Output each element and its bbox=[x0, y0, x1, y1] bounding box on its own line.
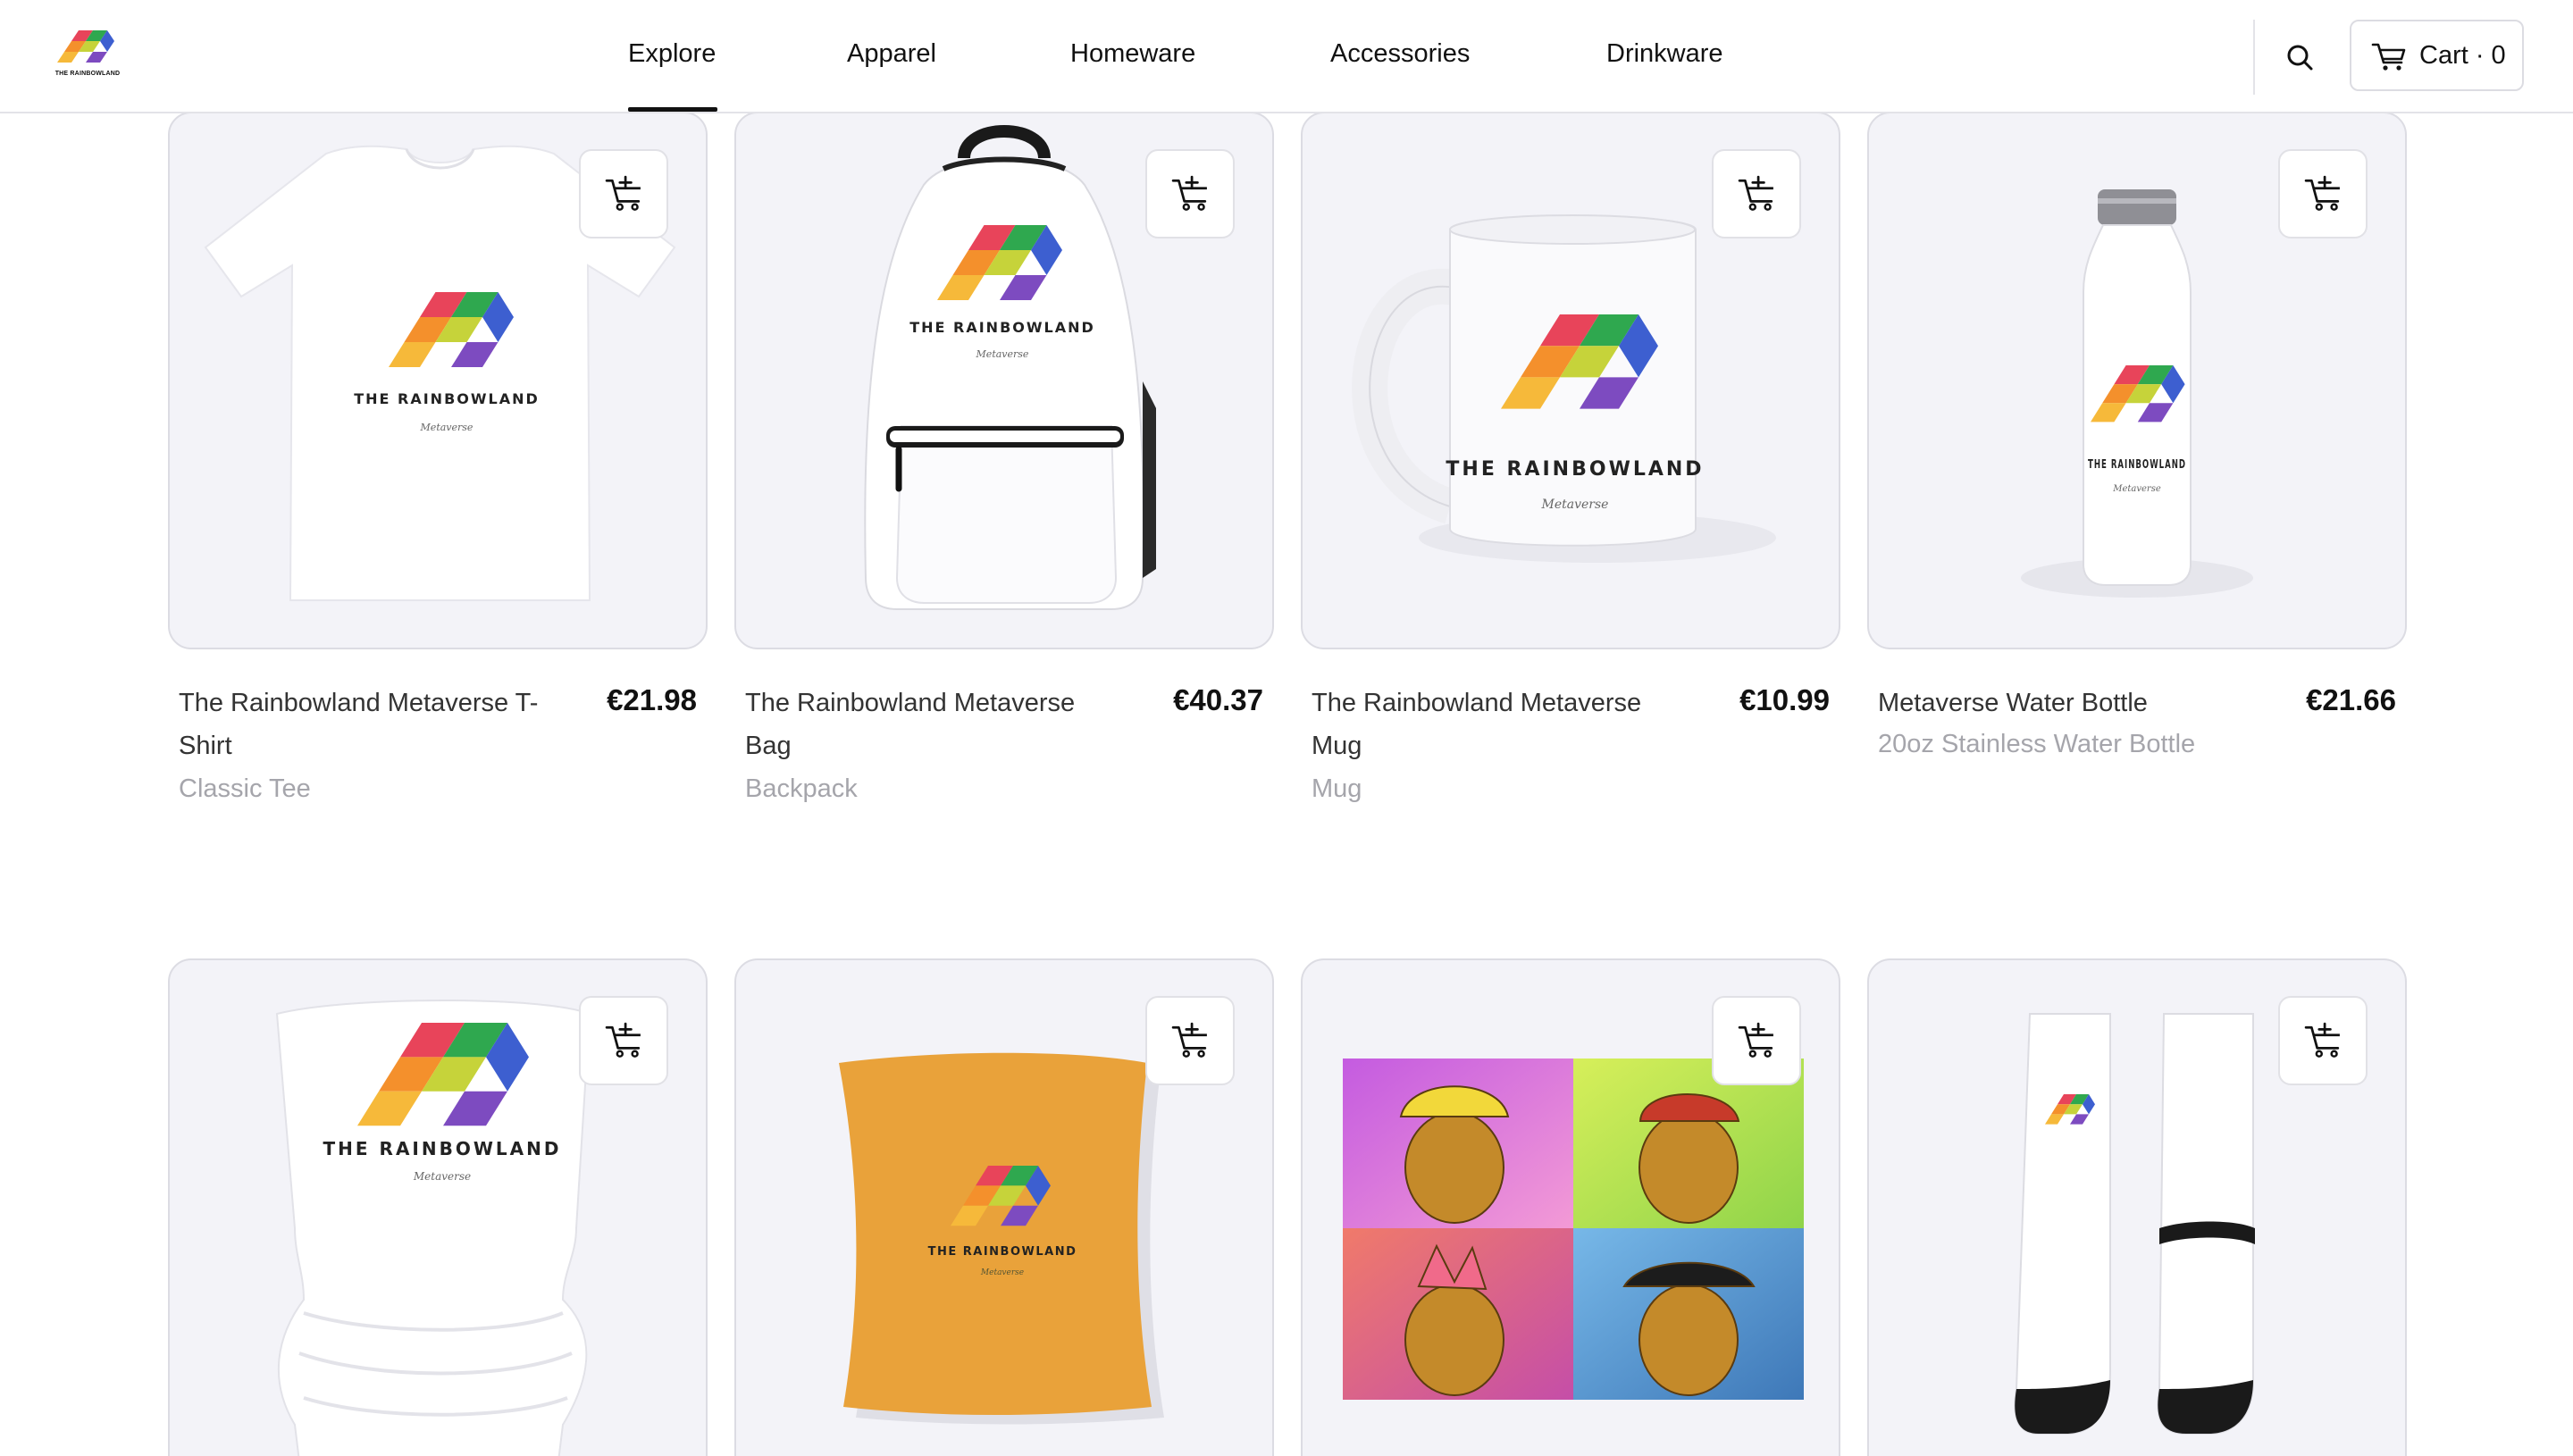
search-icon bbox=[2287, 45, 2313, 71]
add-to-cart-icon bbox=[2304, 175, 2342, 212]
product-image-mug[interactable]: THE RAINBOWLAND Metaverse bbox=[1301, 112, 1840, 649]
product-image-ape-art[interactable] bbox=[1301, 958, 1840, 1456]
nav-apparel[interactable]: Apparel bbox=[847, 39, 936, 69]
product-subtitle: Classic Tee bbox=[179, 774, 311, 803]
site-header: THE RAINBOWLAND Explore Apparel Homeware… bbox=[0, 0, 2573, 113]
product-image-neck-gaiter[interactable]: THE RAINBOWLAND Metaverse bbox=[168, 958, 708, 1456]
add-to-cart-button[interactable] bbox=[579, 149, 668, 238]
product-price: €21.98 bbox=[607, 683, 697, 716]
add-to-cart-icon bbox=[1738, 175, 1775, 212]
nav-accessories[interactable]: Accessories bbox=[1330, 39, 1470, 69]
print-brand: THE RAINBOWLAND bbox=[928, 1245, 1077, 1259]
nav-active-indicator bbox=[628, 107, 717, 112]
add-to-cart-icon bbox=[1171, 1022, 1209, 1059]
print-tag: Metaverse bbox=[980, 1268, 1024, 1277]
product-image-tshirt[interactable]: THE RAINBOWLAND Metaverse bbox=[168, 112, 708, 649]
print-tag: Metaverse bbox=[420, 422, 474, 433]
product-title[interactable]: The Rainbowland Metaverse T-Shirt bbox=[179, 682, 554, 767]
cart-label: Cart · 0 bbox=[2419, 40, 2506, 70]
product-subtitle: Backpack bbox=[745, 774, 858, 803]
product-title[interactable]: The Rainbowland Metaverse Bag bbox=[745, 682, 1120, 767]
print-tag: Metaverse bbox=[1541, 498, 1609, 512]
product-image-socks[interactable] bbox=[1867, 958, 2407, 1456]
logo-wordmark: THE RAINBOWLAND bbox=[54, 71, 121, 77]
product-title[interactable]: Metaverse Water Bottle bbox=[1878, 682, 2307, 724]
add-to-cart-icon bbox=[605, 1022, 642, 1059]
add-to-cart-icon bbox=[2304, 1022, 2342, 1059]
rainbow-logo-icon bbox=[57, 30, 114, 63]
cart-button[interactable]: Cart · 0 bbox=[2350, 20, 2524, 91]
product-image-pillow[interactable]: THE RAINBOWLAND Metaverse bbox=[734, 958, 1274, 1456]
header-divider bbox=[2253, 20, 2255, 95]
product-price: €10.99 bbox=[1739, 683, 1830, 716]
print-brand: THE RAINBOWLAND bbox=[1446, 458, 1704, 481]
add-to-cart-button[interactable] bbox=[1145, 149, 1235, 238]
add-to-cart-button[interactable] bbox=[2278, 149, 2368, 238]
print-tag: Metaverse bbox=[2112, 484, 2161, 494]
add-to-cart-icon bbox=[1171, 175, 1209, 212]
print-tag: Metaverse bbox=[976, 348, 1029, 360]
product-price: €40.37 bbox=[1173, 683, 1263, 716]
print-tag: Metaverse bbox=[413, 1170, 471, 1183]
print-brand: THE RAINBOWLAND bbox=[2088, 458, 2186, 472]
add-to-cart-button[interactable] bbox=[579, 996, 668, 1085]
add-to-cart-icon bbox=[1738, 1022, 1775, 1059]
brand-logo[interactable] bbox=[52, 27, 123, 86]
nav-explore[interactable]: Explore bbox=[628, 39, 716, 69]
add-to-cart-button[interactable] bbox=[2278, 996, 2368, 1085]
product-subtitle: 20oz Stainless Water Bottle bbox=[1878, 730, 2196, 758]
cart-icon bbox=[2371, 43, 2406, 71]
print-brand: THE RAINBOWLAND bbox=[323, 1138, 562, 1159]
product-price: €21.66 bbox=[2306, 683, 2396, 716]
search-button[interactable] bbox=[2280, 38, 2319, 77]
product-subtitle: Mug bbox=[1312, 774, 1362, 803]
add-to-cart-button[interactable] bbox=[1712, 149, 1801, 238]
add-to-cart-button[interactable] bbox=[1712, 996, 1801, 1085]
product-title[interactable]: The Rainbowland Metaverse Mug bbox=[1312, 682, 1687, 767]
print-brand: THE RAINBOWLAND bbox=[354, 390, 540, 407]
product-image-water-bottle[interactable]: THE RAINBOWLAND Metaverse bbox=[1867, 112, 2407, 649]
print-brand: THE RAINBOWLAND bbox=[909, 319, 1095, 336]
add-to-cart-button[interactable] bbox=[1145, 996, 1235, 1085]
nav-drinkware[interactable]: Drinkware bbox=[1606, 39, 1723, 69]
nav-homeware[interactable]: Homeware bbox=[1070, 39, 1195, 69]
add-to-cart-icon bbox=[605, 175, 642, 212]
product-image-backpack[interactable]: THE RAINBOWLAND Metaverse bbox=[734, 112, 1274, 649]
